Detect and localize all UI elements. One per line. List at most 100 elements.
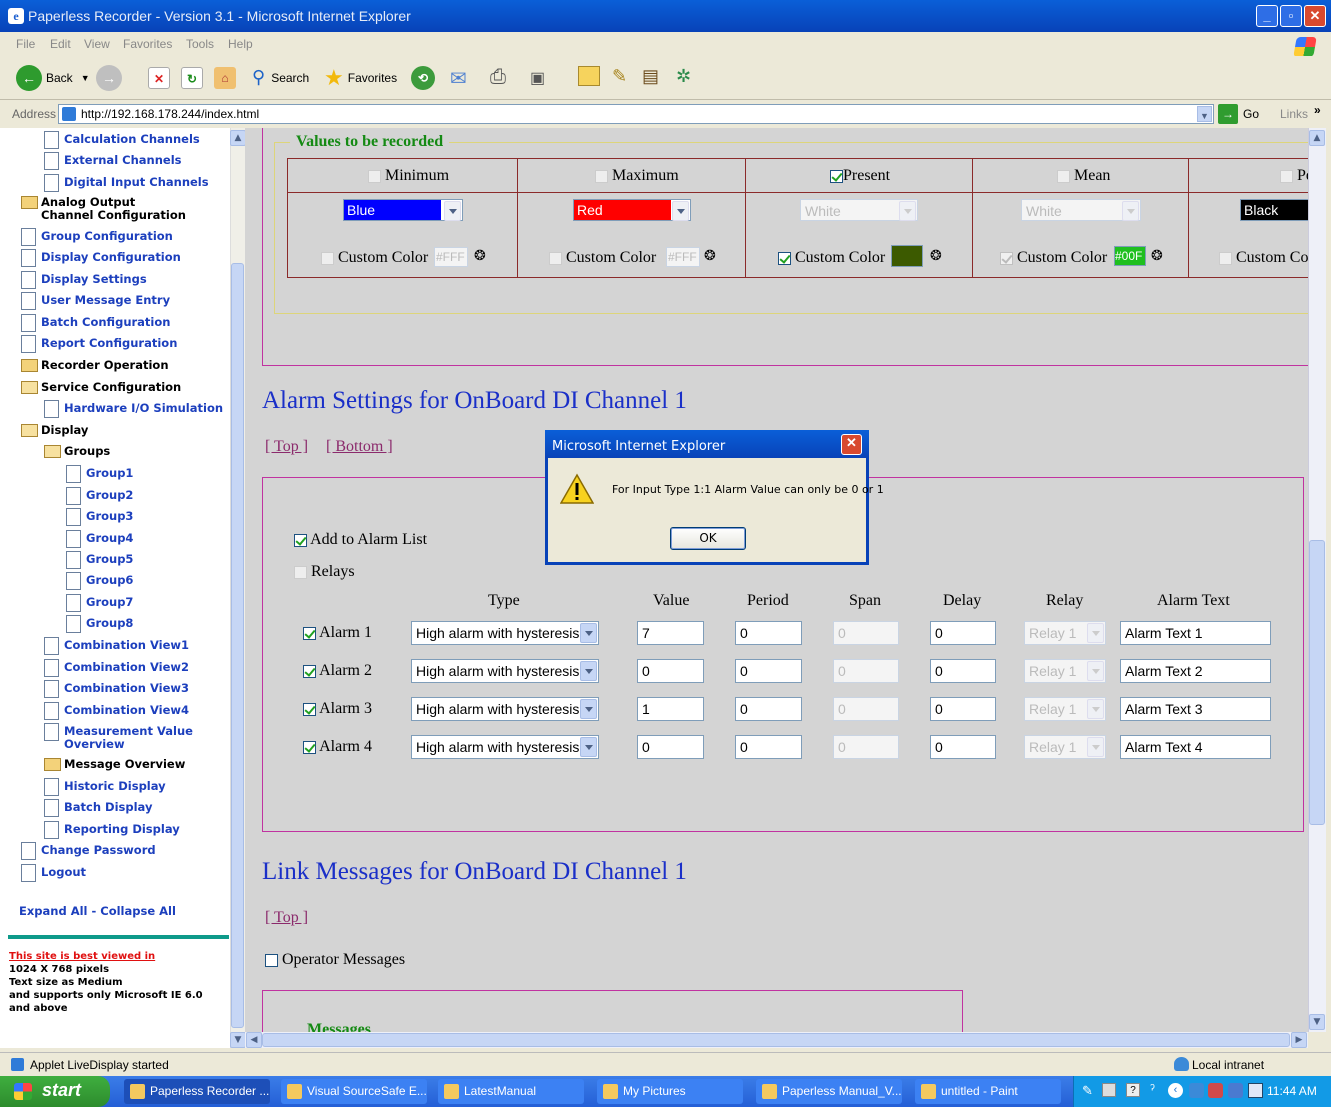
history-icon[interactable]: ⟲ [411, 66, 435, 90]
horizontal-scroll-thumb[interactable] [262, 1033, 1290, 1047]
top-link[interactable]: [ Top ] [265, 438, 308, 456]
sidebar-item-group-configuration[interactable]: Group Configuration [21, 228, 173, 246]
present-custom-color[interactable]: Custom Color [778, 249, 885, 267]
mail-icon[interactable]: ✉ [450, 66, 467, 91]
alarm-delay-input[interactable]: 0 [930, 735, 996, 759]
sidebar-item-change-password[interactable]: Change Password [21, 842, 156, 860]
value-minimum-header[interactable]: Minimum [368, 167, 449, 185]
color-picker-icon[interactable]: ❂ [1151, 248, 1163, 265]
sidebar-item-group4[interactable]: Group4 [66, 530, 133, 548]
sidebar-item-historic-display[interactable]: Historic Display [44, 778, 166, 796]
scroll-up-icon[interactable]: ▲ [1309, 130, 1325, 146]
mean-color-select[interactable]: White [1021, 199, 1141, 221]
research-icon[interactable]: ▤ [642, 66, 659, 87]
present-custom-checkbox[interactable] [778, 251, 791, 265]
sidebar-item-display[interactable]: Display [21, 424, 88, 437]
scroll-left-icon[interactable]: ◀ [246, 1032, 262, 1048]
sidebar-item-group3[interactable]: Group3 [66, 508, 133, 526]
tray-help-icon[interactable]: ? [1126, 1083, 1140, 1097]
alarm-checkbox[interactable] [303, 626, 316, 640]
sidebar-item-measurement-value-overview[interactable]: Measurement Value Overview [44, 723, 204, 751]
address-input[interactable]: http://192.168.178.244/index.html ▼ [58, 104, 1214, 124]
minimum-custom-color[interactable]: Custom Color [321, 249, 428, 267]
links-label[interactable]: Links [1280, 107, 1308, 121]
browser-notice-link[interactable]: This site is best viewed in [9, 950, 229, 963]
alarm-relay-select[interactable]: Relay 1 [1024, 735, 1106, 759]
bottom-link[interactable]: [ Bottom ] [326, 438, 393, 456]
sidebar-item-batch-configuration[interactable]: Batch Configuration [21, 314, 170, 332]
tray-display-icon[interactable] [1248, 1083, 1263, 1098]
alarm-type-select[interactable]: High alarm with hysteresis [411, 697, 599, 721]
sidebar-scroll-thumb[interactable] [231, 263, 244, 1028]
alarm-span-input[interactable]: 0 [833, 735, 899, 759]
alarm-value-input[interactable]: 7 [637, 621, 704, 645]
sidebar-item-group6[interactable]: Group6 [66, 572, 133, 590]
scroll-down-icon[interactable]: ▼ [230, 1032, 246, 1048]
sidebar-item-group8[interactable]: Group8 [66, 615, 133, 633]
sidebar-item-digital-input-channels[interactable]: Digital Input Channels [44, 174, 209, 192]
ok-button[interactable]: OK [670, 527, 746, 550]
alarm-value-input[interactable]: 0 [637, 735, 704, 759]
refresh-icon[interactable]: ↻ [181, 67, 203, 89]
present-color-select[interactable]: White [800, 199, 918, 221]
sidebar-item-batch-display[interactable]: Batch Display [44, 799, 152, 817]
favorites-button[interactable]: ★ Favorites [324, 65, 397, 91]
maximum-checkbox[interactable] [595, 169, 608, 183]
alarm-text-input[interactable]: Alarm Text 2 [1120, 659, 1271, 683]
add-to-alarm-list-checkbox[interactable] [294, 533, 307, 547]
stop-icon[interactable]: ✕ [148, 67, 170, 89]
alarm-delay-input[interactable]: 0 [930, 659, 996, 683]
relays-option[interactable]: Relays [294, 563, 355, 581]
sidebar-item-logout[interactable]: Logout [21, 864, 86, 882]
tray-hint-icon[interactable]: ˀ [1150, 1081, 1155, 1097]
taskbar-item[interactable]: Paperless Manual_V... [756, 1079, 902, 1104]
alarm-text-input[interactable]: Alarm Text 4 [1120, 735, 1271, 759]
alarm-row-label[interactable]: Alarm 4 [303, 738, 372, 756]
color-picker-icon[interactable]: ❂ [704, 248, 716, 265]
value-maximum-header[interactable]: Maximum [595, 167, 679, 185]
tray-network-icon[interactable] [1189, 1083, 1204, 1098]
relays-checkbox[interactable] [294, 565, 307, 579]
sidebar-item-calculation-channels[interactable]: Calculation Channels [44, 131, 200, 149]
alarm-text-input[interactable]: Alarm Text 3 [1120, 697, 1271, 721]
messenger-icon[interactable]: ✲ [676, 66, 691, 87]
alarm-checkbox[interactable] [303, 664, 316, 678]
scroll-right-icon[interactable]: ▶ [1291, 1032, 1307, 1048]
operator-messages-checkbox[interactable] [265, 953, 278, 967]
fifth-checkbox[interactable] [1280, 169, 1293, 183]
present-checkbox[interactable] [830, 169, 843, 183]
scroll-down-icon[interactable]: ▼ [1309, 1014, 1325, 1030]
sidebar-item-display-configuration[interactable]: Display Configuration [21, 249, 181, 267]
start-button[interactable]: start [0, 1076, 110, 1107]
sidebar-item-group7[interactable]: Group7 [66, 594, 133, 612]
dialog-close-icon[interactable]: ✕ [841, 434, 862, 455]
taskbar-item[interactable]: Visual SourceSafe E... [281, 1079, 427, 1104]
value-mean-header[interactable]: Mean [1057, 167, 1110, 185]
edit-icon[interactable]: ▣ [530, 68, 545, 88]
mean-custom-color[interactable]: Custom Color [1000, 249, 1107, 267]
home-icon[interactable]: ⌂ [214, 67, 236, 89]
maximum-custom-checkbox[interactable] [549, 251, 562, 265]
search-button[interactable]: ⚲ Search [252, 67, 309, 88]
taskbar-item[interactable]: Paperless Recorder ... [124, 1079, 270, 1104]
minimize-button[interactable]: _ [1256, 5, 1278, 27]
collapse-all-link[interactable]: Collapse All [100, 904, 176, 918]
taskbar-item[interactable]: untitled - Paint [915, 1079, 1061, 1104]
sidebar-item-combination-view1[interactable]: Combination View1 [44, 637, 189, 655]
minimum-checkbox[interactable] [368, 169, 381, 183]
close-button[interactable]: ✕ [1304, 5, 1326, 27]
alarm-period-input[interactable]: 0 [735, 697, 802, 721]
alarm-relay-select[interactable]: Relay 1 [1024, 659, 1106, 683]
sidebar-item-combination-view2[interactable]: Combination View2 [44, 659, 189, 677]
sidebar-item-message-overview[interactable]: Message Overview [44, 758, 185, 771]
alarm-delay-input[interactable]: 0 [930, 697, 996, 721]
maximum-custom-color[interactable]: Custom Color [549, 249, 656, 267]
alarm-value-input[interactable]: 0 [637, 659, 704, 683]
taskbar-item[interactable]: LatestManual [438, 1079, 584, 1104]
top-link[interactable]: [ Top ] [265, 909, 308, 927]
mean-checkbox[interactable] [1057, 169, 1070, 183]
fifth-custom-color[interactable]: Custom Co [1219, 249, 1308, 267]
folder-icon[interactable] [578, 66, 600, 86]
alarm-checkbox[interactable] [303, 740, 316, 754]
menu-tools[interactable]: Tools [186, 37, 214, 51]
